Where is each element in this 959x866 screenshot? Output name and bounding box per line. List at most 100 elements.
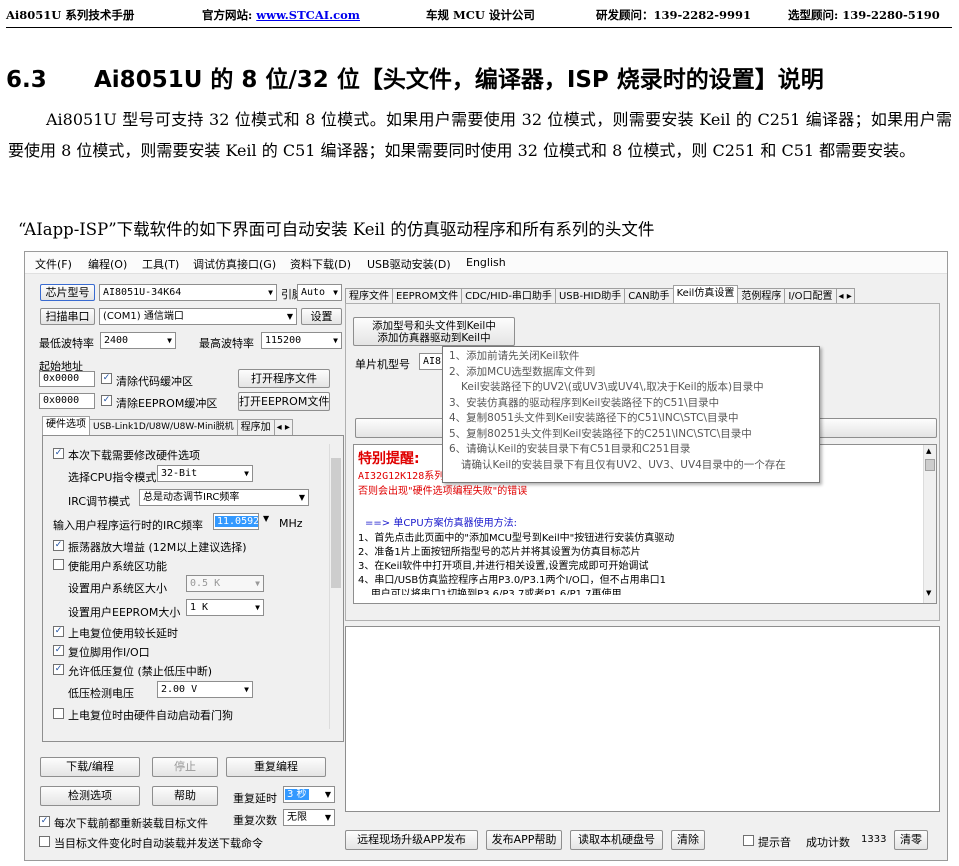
chip-model-button[interactable]: 芯片型号 — [40, 284, 95, 301]
eeprom-size-label: 设置用户EEPROM大小 — [68, 606, 181, 619]
tooltip-line: 5、复制80251头文件到Keil安装路径下的C251\INC\STC\目录中 — [449, 427, 752, 440]
osc-gain-checkbox[interactable]: ✓ — [53, 540, 64, 551]
clear-eeprom-checkbox[interactable]: ✓ — [101, 395, 112, 406]
tab-eeprom-file[interactable]: EEPROM文件 — [392, 288, 463, 304]
lvd-select[interactable]: 2.00 V ▼ — [157, 681, 253, 698]
publish-help-button[interactable]: 发布APP帮助 — [486, 830, 562, 850]
lvr-checkbox[interactable]: ✓ — [53, 664, 64, 675]
tab-program-file[interactable]: 程序文件 — [345, 288, 393, 304]
section-number: 6.3 — [6, 67, 47, 93]
eeprom-size-select[interactable]: 1 K ▼ — [186, 599, 264, 616]
detect-options-button[interactable]: 检测选项 — [40, 786, 140, 806]
lvd-label: 低压检测电压 — [68, 687, 134, 700]
irc-freq-input[interactable]: 11.0592 — [213, 513, 259, 530]
modify-hw-checkbox[interactable]: ✓ — [53, 448, 64, 459]
tab-keil-sim[interactable]: Keil仿真设置 — [672, 285, 739, 304]
chevron-down-icon: ▼ — [255, 579, 260, 588]
scroll-up-icon[interactable]: ▲ — [926, 447, 931, 455]
menu-bar: 文件(F) 编程(O) 工具(T) 调试仿真接口(G) 资料下载(D) USB驱… — [25, 252, 947, 274]
menu-download[interactable]: 资料下载(D) — [290, 256, 351, 272]
chevron-down-icon: ▼ — [268, 288, 273, 297]
port-settings-button[interactable]: 设置 — [301, 308, 342, 325]
clear-code-checkbox[interactable]: ✓ — [101, 373, 112, 384]
auto-load-label: 当目标文件变化时自动装载并发送下载命令 — [54, 837, 263, 850]
cpu-mode-select[interactable]: 32-Bit ▼ — [157, 465, 253, 482]
max-baud-select[interactable]: 115200 ▼ — [261, 332, 342, 349]
stop-button[interactable]: 停止 — [152, 757, 218, 777]
special-notice-title: 特别提醒: — [358, 451, 420, 467]
chevron-down-icon: ▼ — [244, 469, 249, 478]
tab-examples[interactable]: 范例程序 — [737, 288, 786, 304]
irc-freq-unit: MHz — [279, 517, 303, 530]
options-scrollbar[interactable] — [329, 444, 343, 729]
section-title: Ai8051U 的 8 位/32 位【头文件，编译器，ISP 烧录时的设置】说明 — [94, 67, 824, 93]
scroll-down-icon[interactable]: ▼ — [926, 589, 931, 597]
tab-program-encrypt[interactable]: 程序加 — [236, 419, 275, 435]
tab-hardware-options[interactable]: 硬件选项 — [42, 416, 90, 435]
info-scrollbar[interactable]: ▲ ▼ — [923, 445, 936, 603]
eeprom-address-input[interactable]: 0x0000 — [39, 393, 95, 409]
sound-checkbox[interactable] — [743, 835, 754, 846]
tab-usb-hid[interactable]: USB-HID助手 — [554, 288, 626, 304]
add-to-keil-button[interactable]: 添加型号和头文件到Keil中 添加仿真器驱动到Keil中 — [353, 317, 515, 346]
auto-load-checkbox[interactable] — [39, 836, 50, 847]
sound-label: 提示音 — [758, 836, 791, 849]
reset-delay-checkbox[interactable]: ✓ — [53, 626, 64, 637]
watchdog-checkbox[interactable] — [53, 708, 64, 719]
serial-port-select[interactable]: (COM1) 通信端口 ▼ — [99, 308, 297, 325]
help-button[interactable]: 帮助 — [152, 786, 218, 806]
tooltip-line: 1、添加前请先关闭Keil软件 — [449, 350, 580, 362]
read-disk-id-button[interactable]: 读取本机硬盘号 — [570, 830, 663, 850]
open-eeprom-file-button[interactable]: 打开EEPROM文件 — [238, 392, 330, 411]
reset-count-button[interactable]: 清零 — [894, 830, 928, 850]
section-heading: 6.3 Ai8051U 的 8 位/32 位【头文件，编译器，ISP 烧录时的设置… — [6, 60, 824, 94]
chevron-down-icon[interactable]: ▼ — [263, 514, 269, 523]
scrollbar-thumb[interactable] — [925, 459, 935, 471]
sys-area-size-select[interactable]: 0.5 K ▼ — [186, 575, 264, 592]
chevron-down-icon: ▼ — [244, 685, 249, 694]
menu-usb-driver[interactable]: USB驱动安装(D) — [367, 256, 451, 272]
tab-usb-link[interactable]: USB-Link1D/U8W/U8W-Mini脱机 — [89, 419, 238, 435]
menu-file[interactable]: 文件(F) — [35, 256, 72, 272]
download-button[interactable]: 下载/编程 — [40, 757, 140, 777]
reset-delay-label: 上电复位使用较长延时 — [68, 627, 178, 640]
usage-title: ==> 单CPU方案仿真器使用方法: — [365, 518, 518, 529]
site-link[interactable]: www.STCAI.com — [256, 8, 360, 22]
remote-upgrade-button[interactable]: 远程现场升级APP发布 — [345, 830, 478, 850]
tooltip-line: 请确认Keil的安装目录下有且仅有UV2、UV3、UV4目录中的一个存在 — [461, 458, 786, 471]
sys-area-label: 使能用户系统区功能 — [68, 560, 167, 573]
tab-scroll-arrows[interactable]: ◂ ▸ — [273, 419, 293, 435]
scan-port-button[interactable]: 扫描串口 — [40, 308, 95, 325]
chevron-down-icon: ▼ — [333, 336, 338, 345]
menu-debug[interactable]: 调试仿真接口(G) — [193, 256, 276, 272]
code-address-input[interactable]: 0x0000 — [39, 371, 95, 387]
sys-area-checkbox[interactable] — [53, 559, 64, 570]
tab-can[interactable]: CAN助手 — [624, 288, 674, 304]
menu-tools[interactable]: 工具(T) — [142, 256, 179, 272]
menu-program[interactable]: 编程(O) — [88, 256, 127, 272]
tab-scroll-arrows[interactable]: ◂ ▸ — [835, 288, 855, 304]
reset-io-checkbox[interactable]: ✓ — [53, 645, 64, 656]
tab-cdc-hid-serial[interactable]: CDC/HID-串口助手 — [461, 288, 556, 304]
repeat-delay-label: 重复延时 — [233, 792, 277, 805]
irc-mode-label: IRC调节模式 — [68, 495, 131, 508]
reload-checkbox[interactable]: ✓ — [39, 816, 50, 827]
clear-log-button[interactable]: 清除 — [671, 830, 705, 850]
irc-freq-label: 输入用户程序运行时的IRC频率 — [53, 519, 204, 532]
repeat-count-select[interactable]: 无限 ▼ — [283, 809, 335, 826]
open-program-file-button[interactable]: 打开程序文件 — [238, 369, 330, 388]
scrollbar-thumb[interactable] — [331, 458, 341, 588]
tooltip-line: Keil安装路径下的UV2\(或UV3\或UV4\,取决于Keil的版本)目录中 — [461, 381, 764, 393]
repeat-program-button[interactable]: 重复编程 — [226, 757, 326, 777]
pin-count-select[interactable]: Auto ▼ — [297, 284, 342, 301]
repeat-delay-select[interactable]: 3 秒 ▼ — [283, 786, 335, 803]
tab-io-config[interactable]: I/O口配置 — [784, 288, 837, 304]
watchdog-label: 上电复位时由硬件自动启动看门狗 — [68, 709, 233, 722]
min-baud-select[interactable]: 2400 ▼ — [100, 332, 176, 349]
irc-mode-select[interactable]: 总是动态调节IRC频率 ▼ — [139, 489, 309, 506]
right-tab-row: 程序文件 EEPROM文件 CDC/HID-串口助手 USB-HID助手 CAN助手 Ke… — [345, 285, 855, 304]
chip-model-select[interactable]: AI8051U-34K64 ▼ — [99, 284, 277, 301]
menu-english[interactable]: English — [466, 256, 506, 269]
max-baud-label: 最高波特率 — [199, 337, 254, 350]
tooltip-line: 4、复制8051头文件到Keil安装路径下的C51\INC\STC\目录中 — [449, 412, 739, 424]
